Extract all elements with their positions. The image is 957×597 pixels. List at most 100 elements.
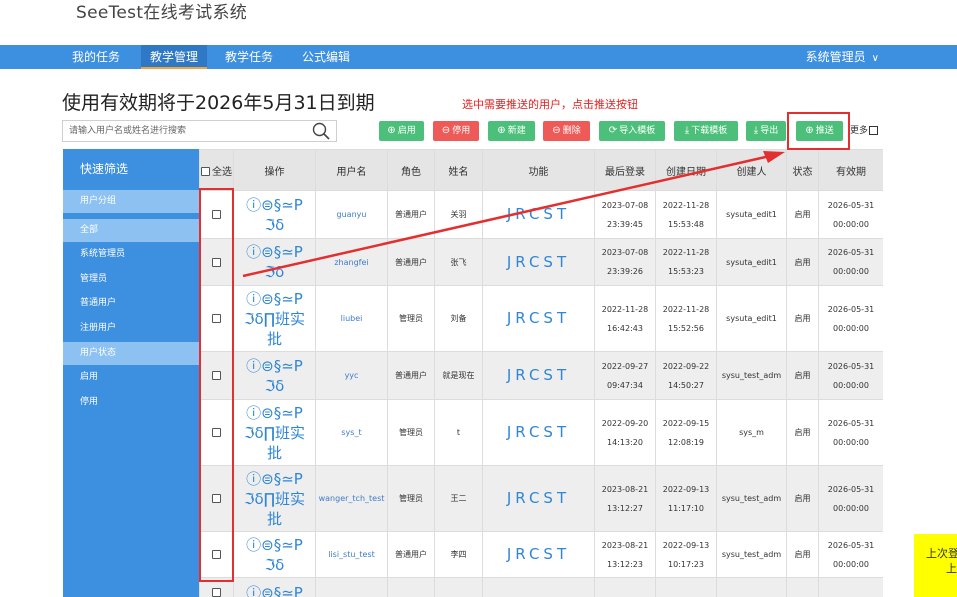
expiry-time: 00:00:00 <box>833 559 869 569</box>
sidebar-item-registered-user[interactable]: 注册用户 <box>63 316 199 341</box>
sidebar-item-sysadmin[interactable]: 系统管理员 <box>63 242 199 267</box>
download-template-button[interactable]: ⤓ 下载模板 <box>674 121 738 141</box>
row-actions[interactable]: ⓘ⊜§≃P ℑδ∏班实 批 <box>233 399 316 466</box>
cell-creator: sysuta_edit1 <box>716 238 787 286</box>
cell-func[interactable]: JRCST <box>482 190 595 239</box>
more-checkbox[interactable] <box>869 126 879 135</box>
enable-button[interactable]: ⊕ 启用 <box>379 121 424 141</box>
table-row[interactable]: ⓘ⊜§≃P ℑδ guanyu 普通用户 关羽 JRCST 2023-07-08 23:39… <box>199 190 883 239</box>
col-name[interactable]: 姓名 <box>434 149 483 191</box>
row-actions[interactable]: ⓘ⊜§≃P ℑδ <box>233 351 316 400</box>
login-date: 2023-07-08 <box>601 248 649 257</box>
sidebar-group-user[interactable]: 用户分组 <box>63 190 199 213</box>
table-row[interactable]: ⓘ⊜§≃P ℑδ yyc 普通用户 就是现在 JRCST 2022-09-27 09:47:… <box>199 351 883 400</box>
sidebar-item-disabled[interactable]: 停用 <box>63 390 199 415</box>
row-actions[interactable]: ⓘ⊜§≃P ℑδ <box>233 190 316 239</box>
sidebar-item-all[interactable]: 全部 <box>63 219 199 242</box>
sidebar-item-normal-user[interactable]: 普通用户 <box>63 291 199 316</box>
cell-role: 普通用户 <box>387 190 435 239</box>
table-row[interactable]: ⓘ⊜§≃P ℑδ zhangfei 普通用户 张飞 JRCST 2023-07-08 23:… <box>199 238 883 286</box>
cell-username[interactable] <box>315 577 388 597</box>
expiry-time: 00:00:00 <box>833 323 869 333</box>
login-date: 2023-08-21 <box>601 484 649 494</box>
cell-created: 2022-11-28 15:53:23 <box>655 238 717 286</box>
cell-creator <box>716 577 787 597</box>
table-row[interactable]: ⓘ⊜§≃P <box>199 577 883 597</box>
cell-created: 2022-09-13 11:17:10 <box>655 465 717 532</box>
cell-username[interactable]: wanger_tch_test <box>315 465 388 532</box>
expiry-date: 2026-05-31 <box>827 304 875 314</box>
cell-created: 2022-09-15 12:08:19 <box>655 399 717 466</box>
cell-status: 启用 <box>786 531 819 578</box>
cell-func[interactable]: JRCST <box>482 285 595 352</box>
created-date: 2022-09-15 <box>662 418 710 428</box>
nav-formula-editor[interactable]: 公式编辑 <box>293 45 359 69</box>
cell-created: 2022-09-13 10:17:23 <box>655 531 717 578</box>
cell-username[interactable]: guanyu <box>315 190 388 239</box>
cell-role: 普通用户 <box>387 351 435 400</box>
col-status[interactable]: 状态 <box>786 149 819 191</box>
col-last-login[interactable]: 最后登录 <box>594 149 656 191</box>
select-all-checkbox[interactable] <box>201 167 210 176</box>
row-actions[interactable]: ⓘ⊜§≃P ℑδ∏班实 批 <box>233 465 316 532</box>
cell-username[interactable]: sys_t <box>315 399 388 466</box>
table-row[interactable]: ⓘ⊜§≃P ℑδ∏班实 批 wanger_tch_test 管理员 王二 JRCST 20… <box>199 465 883 532</box>
new-button[interactable]: ⊕ 新建 <box>488 121 535 141</box>
import-icon: ⟳ <box>608 125 618 136</box>
row-actions[interactable]: ⓘ⊜§≃P ℑδ <box>233 238 316 286</box>
cell-status: 启用 <box>786 351 819 400</box>
cell-username[interactable]: zhangfei <box>315 238 388 286</box>
cell-last-login: 2022-09-27 09:47:34 <box>594 351 656 400</box>
search-input[interactable] <box>63 121 303 141</box>
cell-func[interactable] <box>482 577 595 597</box>
expiry-date: 2026-05-31 <box>827 540 875 550</box>
table-row[interactable]: ⓘ⊜§≃P ℑδ∏班实 批 liubei 管理员 刘备 JRCST 2022-11-28 1… <box>199 285 883 352</box>
cell-name: 李四 <box>434 531 483 578</box>
table-row[interactable]: ⓘ⊜§≃P ℑδ∏班实 批 sys_t 管理员 t JRCST 2022-09-20 14:… <box>199 399 883 466</box>
row-actions[interactable]: ⓘ⊜§≃P ℑδ <box>233 531 316 578</box>
col-creator[interactable]: 创建人 <box>716 149 787 191</box>
cell-func[interactable]: JRCST <box>482 531 595 578</box>
row-actions[interactable]: ⓘ⊜§≃P <box>233 577 316 597</box>
cell-func[interactable]: JRCST <box>482 351 595 400</box>
table-row[interactable]: ⓘ⊜§≃P ℑδ lisi_stu_test 普通用户 李四 JRCST 2023-08-… <box>199 531 883 578</box>
more-toggle[interactable]: 更多 <box>850 123 879 136</box>
col-expiry[interactable]: 有效期 <box>818 149 883 191</box>
cell-func[interactable]: JRCST <box>482 238 595 286</box>
user-menu[interactable]: 系统管理员 ∨ <box>806 45 879 69</box>
import-template-button[interactable]: ⟳ 导入模板 <box>599 121 665 141</box>
enable-label: 启用 <box>397 126 416 136</box>
export-button[interactable]: ⤓ 导出 <box>746 121 786 141</box>
col-username[interactable]: 用户名 <box>315 149 388 191</box>
delete-button[interactable]: ⊖ 删除 <box>543 121 590 141</box>
col-created[interactable]: 创建日期 <box>655 149 717 191</box>
nav-my-tasks[interactable]: 我的任务 <box>63 45 129 69</box>
sidebar-item-enabled[interactable]: 启用 <box>63 365 199 390</box>
row-actions[interactable]: ⓘ⊜§≃P ℑδ∏班实 批 <box>233 285 316 352</box>
row-checkbox[interactable] <box>212 588 221 597</box>
sidebar-group-status[interactable]: 用户状态 <box>63 342 199 365</box>
nav-teaching-tasks[interactable]: 教学任务 <box>216 45 282 69</box>
cell-func[interactable]: JRCST <box>482 399 595 466</box>
annotation-hint: 选中需要推送的用户，点击推送按钮 <box>462 98 638 111</box>
cell-last-login: 2023-08-21 13:12:23 <box>594 531 656 578</box>
nav-teaching-management[interactable]: 教学管理 <box>141 45 207 69</box>
sidebar-item-admin[interactable]: 管理员 <box>63 267 199 292</box>
disable-button[interactable]: ⊖ 停用 <box>433 121 479 141</box>
cell-username[interactable]: liubei <box>315 285 388 352</box>
app-title: SeeTest在线考试系统 <box>76 3 248 23</box>
search-icon[interactable] <box>312 122 330 140</box>
cell-name: 关羽 <box>434 190 483 239</box>
minus-circle-icon: ⊖ <box>552 125 561 136</box>
cell-expiry: 2026-05-31 00:00:00 <box>818 238 883 286</box>
notice-line-1: 上次登 <box>926 547 957 560</box>
cell-creator: sys_m <box>716 399 787 466</box>
cell-created: 2022-11-28 15:52:56 <box>655 285 717 352</box>
col-role[interactable]: 角色 <box>387 149 435 191</box>
cell-username[interactable]: yyc <box>315 351 388 400</box>
created-date: 2022-09-13 <box>662 540 710 550</box>
select-all-header[interactable]: 全选 <box>199 149 234 191</box>
cell-func[interactable]: JRCST <box>482 465 595 532</box>
cell-expiry: 2026-05-31 00:00:00 <box>818 351 883 400</box>
cell-username[interactable]: lisi_stu_test <box>315 531 388 578</box>
